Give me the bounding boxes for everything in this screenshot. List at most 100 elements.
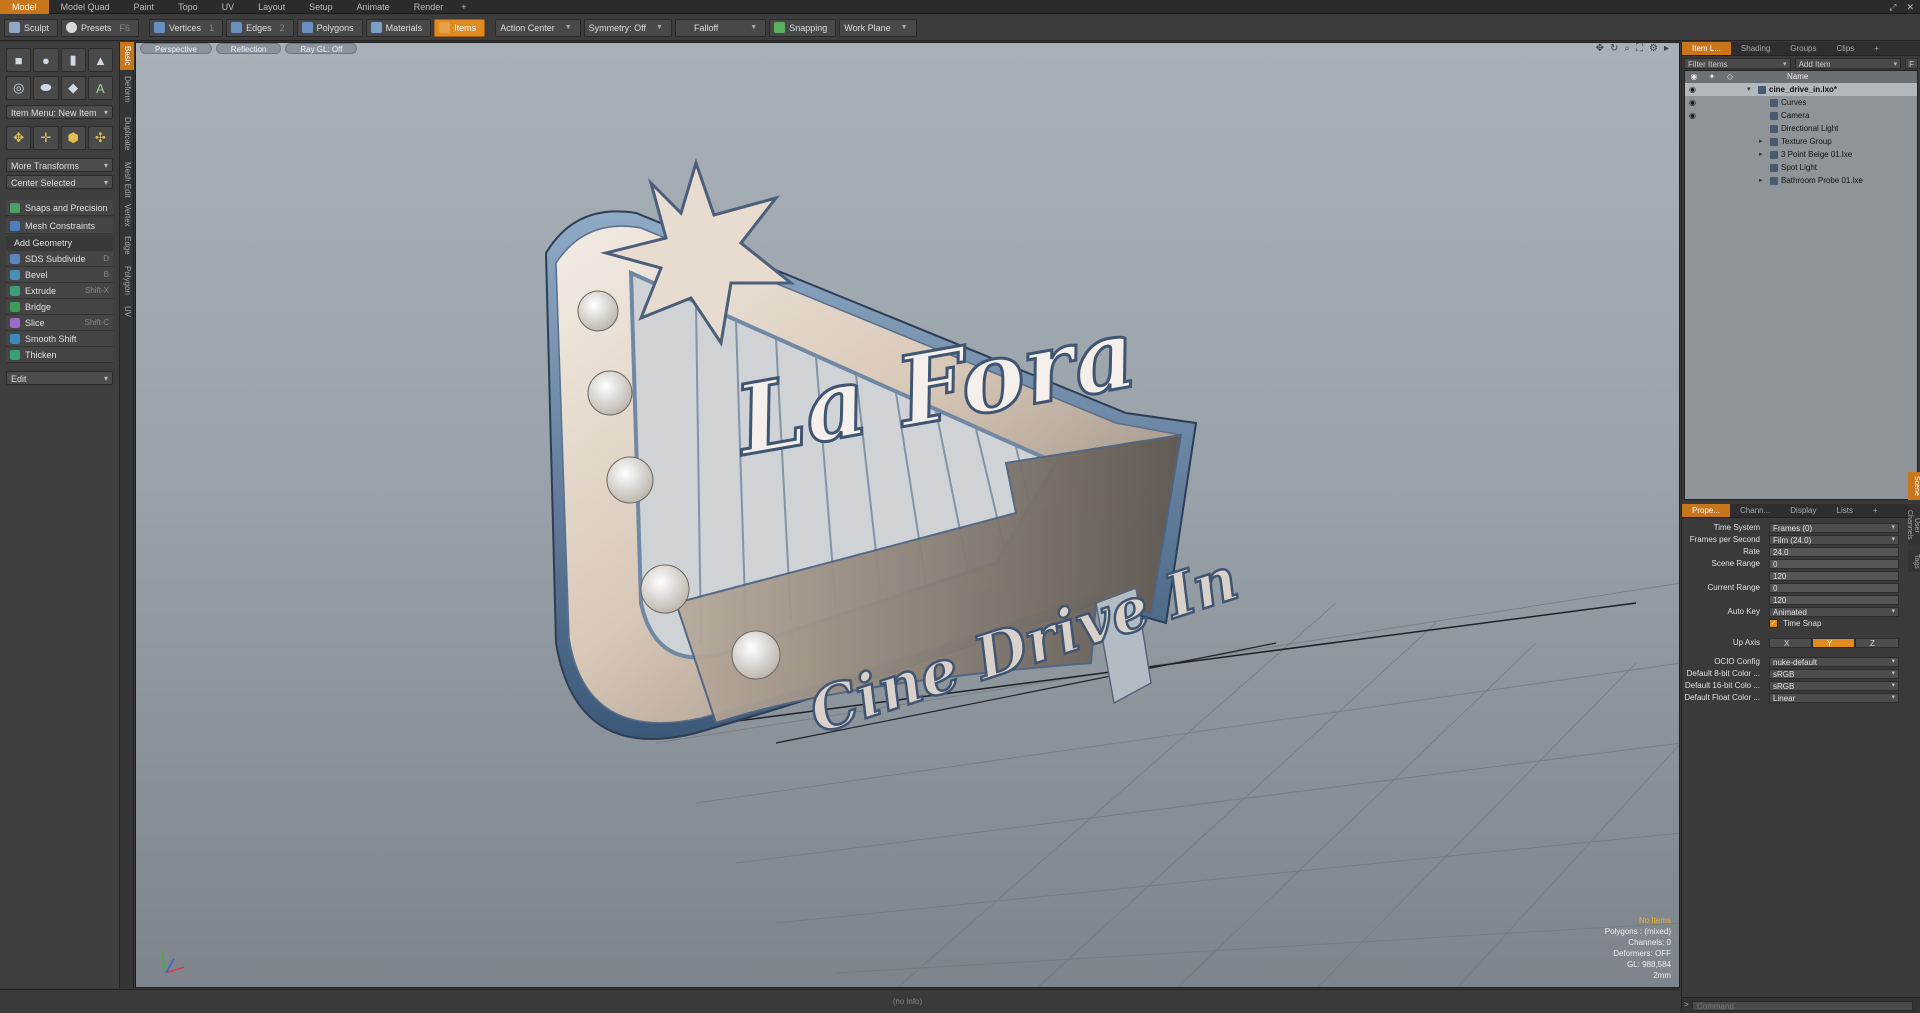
add-item-dropdown[interactable]: Add Item [1794,58,1902,70]
category-tab-vertex[interactable]: Vertex [120,200,134,230]
add-geometry-header[interactable]: Add Geometry [6,236,113,251]
category-tab-duplicate[interactable]: Duplicate [120,108,134,160]
category-tab-basic[interactable]: Basic [120,42,134,70]
current-range-start-field[interactable]: 0 [1769,582,1899,593]
category-tab-mesh-edit[interactable]: Mesh Edit [120,162,134,198]
tool-slice[interactable]: Slice Shift-C [6,315,113,331]
scene-range-end-field[interactable]: 120 [1769,570,1899,581]
panel-tab-clips[interactable]: Clips [1827,42,1865,55]
layout-tab-layout[interactable]: Layout [246,0,297,14]
tool-bevel[interactable]: Bevel B [6,267,113,283]
color-16bit-dropdown[interactable]: sRGB [1769,680,1899,691]
capsule-icon[interactable]: ⬬ [33,76,59,100]
item-tree-row[interactable]: ▸ 3 Point Beige 01.lxe [1685,148,1917,161]
cone-icon[interactable]: ▲ [87,48,113,72]
torus-icon[interactable]: ◎ [6,76,32,100]
layout-tab-model[interactable]: Model [0,0,49,14]
more-transforms-dropdown[interactable]: More Transforms [6,158,113,173]
name-column-header[interactable]: Name [1739,71,1808,83]
polygons-mode-button[interactable]: Polygons [296,18,363,37]
expand-arrow-icon[interactable]: ▸ [1759,174,1767,187]
item-menu-dropdown[interactable]: Item Menu: New Item [6,105,113,120]
tool-sds-subdivide[interactable]: SDS Subdivide D [6,251,113,267]
move-icon[interactable]: ✥ [6,126,32,150]
layout-tab-setup[interactable]: Setup [297,0,345,14]
category-tab-uv[interactable]: UV [120,302,134,322]
item-tree-row[interactable]: ◉ Curves [1685,96,1917,109]
add-panel-tab-button[interactable]: + [1864,42,1889,55]
item-tree-row[interactable]: ▸ Bathroom Probe 01.lxe [1685,174,1917,187]
center-selected-dropdown[interactable]: Center Selected [6,175,113,190]
render-col-icon[interactable]: ◇ [1721,71,1739,83]
category-tab-deform[interactable]: Deform [120,72,134,106]
work-plane-dropdown[interactable]: Work Plane ▼ [839,18,917,37]
edit-dropdown[interactable]: Edit [6,371,113,386]
layout-tab-paint[interactable]: Paint [122,0,167,14]
tool-extrude[interactable]: Extrude Shift-X [6,283,113,299]
items-mode-button[interactable]: Items [434,18,486,37]
cylinder-icon[interactable]: ▮ [60,48,86,72]
presets-button[interactable]: Presets F6 [61,18,140,37]
item-tree-row[interactable]: Spot Light [1685,161,1917,174]
side-tab-scene[interactable]: Scene [1908,472,1920,500]
plane-icon[interactable]: ◆ [60,76,86,100]
layout-tab-animate[interactable]: Animate [345,0,402,14]
panel-tab-item-l-[interactable]: Item L... [1682,42,1731,55]
materials-mode-button[interactable]: Materials [365,18,432,37]
action-center-dropdown[interactable]: Action Center ▼ [495,18,581,37]
prop-tab-lists[interactable]: Lists [1827,504,1863,517]
lock-col-icon[interactable]: ✦ [1703,71,1721,83]
transform-icon[interactable]: ✣ [87,126,113,150]
layout-tab-topo[interactable]: Topo [166,0,210,14]
sphere-icon[interactable]: ● [33,48,59,72]
close-icon[interactable]: ✕ [1906,0,1914,14]
panel-tab-groups[interactable]: Groups [1780,42,1826,55]
symmetry-dropdown[interactable]: Symmetry: Off ▼ [583,18,672,37]
sculpt-button[interactable]: Sculpt [4,18,59,37]
scale-icon[interactable]: ⬢ [60,126,86,150]
eye-icon[interactable]: ◉ [1689,109,1696,122]
side-tab-tags[interactable]: Tags [1908,550,1920,572]
command-input[interactable]: Command [1692,1001,1913,1011]
layout-tab-model-quad[interactable]: Model Quad [49,0,122,14]
ocio-dropdown[interactable]: nuke-default [1769,656,1899,667]
category-tab-polygon[interactable]: Polygon [120,260,134,300]
add-layout-tab-button[interactable]: + [455,2,472,12]
up-axis-z-button[interactable]: Z [1855,637,1899,648]
item-tree-row[interactable]: ▸ Texture Group [1685,135,1917,148]
item-tree-row[interactable]: ◉ Camera [1685,109,1917,122]
scene-range-start-field[interactable]: 0 [1769,558,1899,569]
vertices-mode-button[interactable]: Vertices 1 [149,18,224,37]
3d-viewport[interactable]: Perspective Reflection Ray GL: Off ✥ ↻ ⌕… [135,42,1680,988]
time-system-dropdown[interactable]: Frames (0) [1769,522,1899,533]
edges-mode-button[interactable]: Edges 2 [226,18,294,37]
tool-thicken[interactable]: Thicken [6,347,113,363]
category-tab-edge[interactable]: Edge [120,232,134,258]
tool-bridge[interactable]: Bridge [6,299,113,315]
eye-icon[interactable]: ◉ [1689,83,1696,96]
prop-tab-prope-[interactable]: Prope... [1682,504,1731,517]
current-range-end-field[interactable]: 120 [1769,594,1899,605]
layout-tab-render[interactable]: Render [402,0,456,14]
eye-icon[interactable]: ◉ [1689,96,1696,109]
color-float-dropdown[interactable]: Linear [1769,692,1899,703]
prop-tab-chann-[interactable]: Chann... [1730,504,1780,517]
fps-dropdown[interactable]: Film (24.0) [1769,534,1899,545]
maximize-icon[interactable]: ⤢ [1889,0,1896,14]
expand-arrow-icon[interactable]: ▸ [1759,148,1767,161]
up-axis-y-button[interactable]: Y [1812,637,1855,648]
filter-toggle[interactable]: F [1905,58,1919,69]
filter-items-dropdown[interactable]: Filter Items [1684,58,1791,70]
panel-tab-shading[interactable]: Shading [1731,42,1780,55]
prop-tab-display[interactable]: Display [1780,504,1826,517]
expand-arrow-icon[interactable]: ▾ [1747,83,1755,96]
expand-arrow-icon[interactable]: ▸ [1759,135,1767,148]
text-icon[interactable]: A [87,76,113,100]
layout-tab-uv[interactable]: UV [210,0,247,14]
rotate-icon[interactable]: ✛ [33,126,59,150]
visibility-col-icon[interactable]: ◉ [1685,71,1703,83]
side-tab-user-channels[interactable]: User Channels [1906,504,1920,546]
cube-icon[interactable]: ■ [6,48,32,72]
snapping-button[interactable]: Snapping [769,18,837,37]
mesh-constraints-button[interactable]: Mesh Constraints [6,218,113,234]
